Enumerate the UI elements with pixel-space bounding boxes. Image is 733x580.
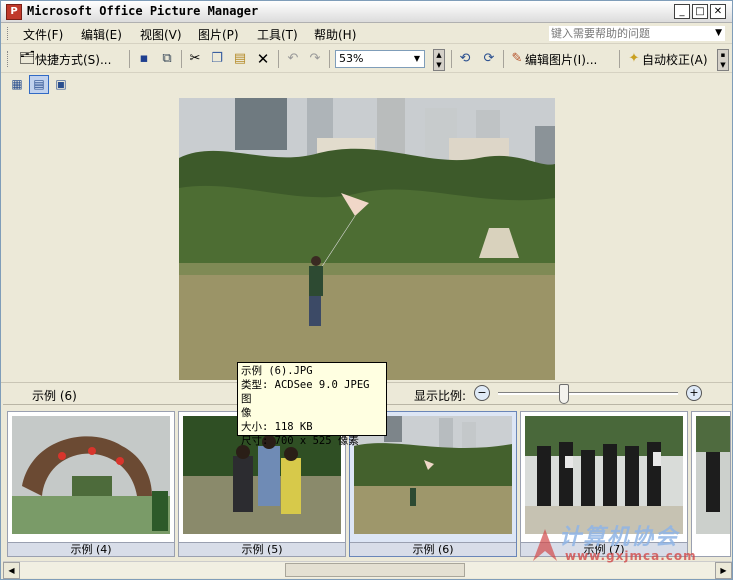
- main-photo-preview[interactable]: [179, 98, 555, 380]
- menu-grip-handle[interactable]: [7, 27, 10, 40]
- shortcuts-icon: 🗂: [19, 51, 36, 66]
- rotate-left-icon: ⟲: [459, 51, 471, 66]
- tooltip-type: 类型: ACDSee 9.0 JPEG 图: [241, 379, 370, 405]
- copy-icon: ❐: [211, 51, 223, 66]
- zoom-out-icon: −: [477, 386, 487, 399]
- chevron-down-icon[interactable]: ▼: [715, 26, 722, 41]
- zoom-label: 显示比例:: [414, 389, 467, 403]
- zoom-value: 53%: [339, 52, 364, 65]
- thumbnail-caption: 示例 (4): [8, 542, 174, 556]
- view-mode-bar: ▦ ▤ ▣: [1, 73, 732, 95]
- single-picture-view-button[interactable]: ▣: [51, 75, 71, 94]
- tooltip-filename: 示例 (6).JPG: [241, 365, 313, 377]
- paste-button[interactable]: ▤: [232, 49, 248, 69]
- toolbar-overflow-button[interactable]: ▪ ▼: [717, 49, 729, 71]
- delete-button[interactable]: ✕: [255, 49, 271, 69]
- help-search-input[interactable]: 键入需要帮助的问题 ▼: [548, 25, 726, 42]
- auto-correct-label: 自动校正(A): [642, 52, 708, 67]
- menu-bar: 文件(F) 编辑(E) 视图(V) 图片(P) 工具(T) 帮助(H) 键入需要…: [1, 23, 732, 44]
- close-button[interactable]: ✕: [710, 4, 726, 19]
- picture-manager-icon[interactable]: P: [6, 4, 22, 20]
- filmstrip-view-icon: ▤: [33, 77, 45, 91]
- undo-button[interactable]: ↶: [285, 49, 301, 69]
- edit-picture-button[interactable]: ✎ 编辑图片(I)...: [509, 49, 598, 69]
- thumbnail-image: [696, 416, 730, 534]
- grid-view-icon: ▦: [11, 77, 23, 91]
- export-button[interactable]: ⧉: [159, 49, 175, 69]
- zoom-slider-track[interactable]: [498, 384, 678, 404]
- zoom-in-icon: +: [689, 386, 699, 399]
- cut-button[interactable]: ✂: [187, 49, 203, 69]
- redo-icon: ↷: [309, 51, 321, 66]
- zoom-select[interactable]: 53% ▼: [335, 50, 425, 68]
- tooltip-type-cont: 像: [241, 407, 252, 419]
- save-button[interactable]: ▪: [136, 49, 152, 69]
- zoom-slider-thumb[interactable]: [559, 384, 569, 404]
- current-picture-name: 示例 (6): [32, 389, 77, 403]
- menu-edit[interactable]: 编辑(E): [81, 26, 122, 43]
- menu-help[interactable]: 帮助(H): [314, 26, 356, 43]
- copy-button[interactable]: ❐: [209, 49, 225, 69]
- scissors-icon: ✂: [189, 51, 201, 66]
- shortcuts-label: 快捷方式(S)...: [35, 52, 112, 67]
- undo-icon: ↶: [287, 51, 299, 66]
- help-search-placeholder: 键入需要帮助的问题: [551, 27, 650, 40]
- menu-tools[interactable]: 工具(T): [257, 26, 298, 43]
- edit-picture-label: 编辑图片(I)...: [525, 52, 598, 67]
- thumbnail-item[interactable]: 示例 (4): [7, 411, 175, 557]
- thumbnail-image: [525, 416, 683, 534]
- thumbnail-view-button[interactable]: ▦: [7, 75, 27, 94]
- rotate-right-icon: ⟳: [483, 51, 495, 66]
- zoom-out-button[interactable]: −: [474, 385, 490, 401]
- window-title: Microsoft Office Picture Manager: [27, 4, 259, 18]
- scroll-left-button[interactable]: ◀: [3, 562, 20, 579]
- edit-picture-icon: ✎: [511, 51, 523, 66]
- watermark-title: 计算机协会: [559, 525, 680, 550]
- floppy-disk-icon: ▪: [139, 51, 149, 66]
- chevron-down-icon[interactable]: ▼: [410, 51, 424, 67]
- menu-file[interactable]: 文件(F): [23, 26, 63, 43]
- title-bar: P Microsoft Office Picture Manager _ □ ✕: [1, 1, 732, 23]
- zoom-in-button[interactable]: +: [686, 385, 702, 401]
- clipboard-icon: ▤: [233, 51, 247, 66]
- picture-info-tooltip: 示例 (6).JPG 类型: ACDSee 9.0 JPEG 图 像 大小: 1…: [237, 362, 387, 447]
- zoom-spinner[interactable]: ▲ ▼: [433, 49, 445, 71]
- watermark-logo-icon: [533, 529, 557, 561]
- tooltip-dimensions: 尺寸: 700 x 525 像素: [241, 435, 359, 447]
- site-watermark: 计算机协会 www.gxjmca.com: [531, 519, 731, 569]
- export-icon: ⧉: [162, 51, 172, 66]
- menu-view[interactable]: 视图(V): [140, 26, 182, 43]
- filmstrip-view-button[interactable]: ▤: [29, 75, 49, 94]
- single-picture-icon: ▣: [55, 77, 67, 91]
- auto-correct-button[interactable]: ✦ 自动校正(A): [626, 49, 708, 69]
- chevron-left-icon: ◀: [8, 566, 15, 575]
- delete-x-icon: ✕: [256, 50, 270, 68]
- menu-picture[interactable]: 图片(P): [198, 26, 239, 43]
- shortcuts-button[interactable]: 🗂 快捷方式(S)...: [19, 49, 111, 69]
- app-window: P Microsoft Office Picture Manager _ □ ✕…: [0, 0, 733, 580]
- rotate-right-button[interactable]: ⟳: [481, 49, 497, 69]
- thumbnail-image: [12, 416, 170, 534]
- scrollbar-thumb[interactable]: [285, 563, 465, 577]
- tooltip-size: 大小: 118 KB: [241, 421, 313, 433]
- redo-button[interactable]: ↷: [307, 49, 323, 69]
- watermark-url: www.gxjmca.com: [565, 549, 697, 563]
- auto-correct-icon: ✦: [628, 51, 640, 66]
- thumbnail-caption: 示例 (5): [179, 542, 345, 556]
- maximize-button[interactable]: □: [692, 4, 708, 19]
- rotate-left-button[interactable]: ⟲: [457, 49, 473, 69]
- toolbar-grip-handle[interactable]: [7, 49, 8, 69]
- standard-toolbar: 🗂 快捷方式(S)... ▪ ⧉ ✂ ❐ ▤ ✕ ↶ ↷ 53% ▼ ▲ ▼ ⟲ …: [1, 45, 732, 73]
- minimize-button[interactable]: _: [674, 4, 690, 19]
- thumbnail-caption: 示例 (6): [350, 542, 516, 556]
